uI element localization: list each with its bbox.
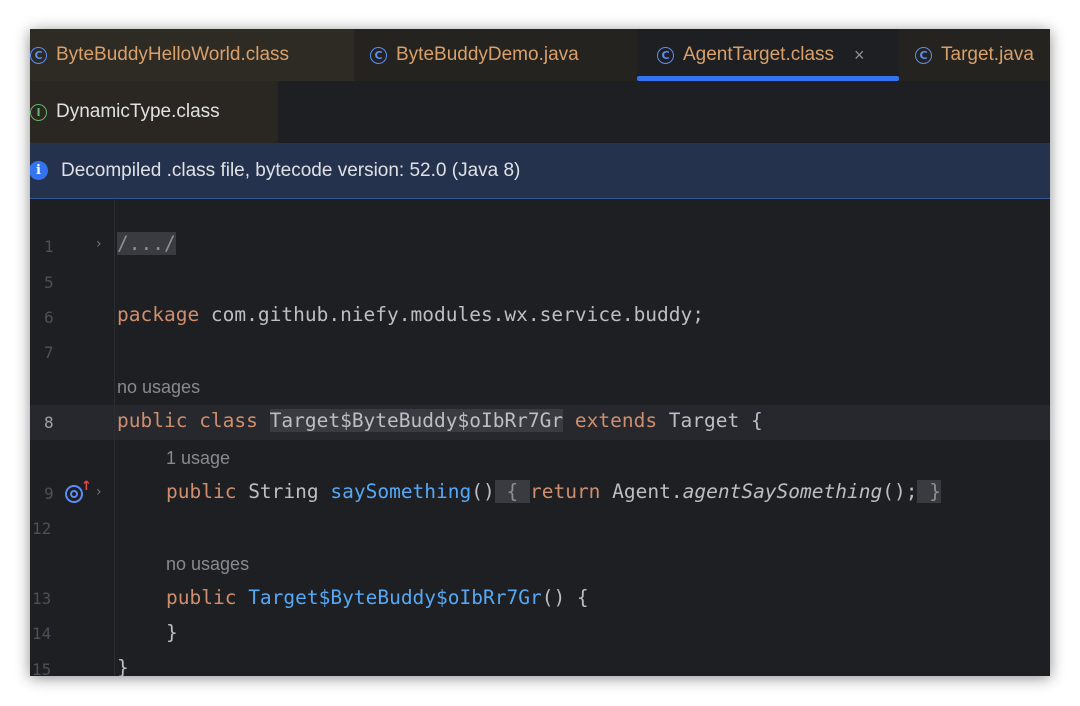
code-editor[interactable]: 1 5 6 7 8 9 12 13 14 15 › ↑ › /.../ pack…	[30, 199, 1050, 676]
class-icon: C	[370, 46, 387, 64]
keyword: return	[529, 480, 601, 503]
class-icon: C	[30, 46, 47, 64]
editor-tab-bar-row2: I DynamicType.class	[30, 81, 1050, 144]
usages-hint[interactable]: 1 usage	[166, 448, 230, 469]
keyword: extends	[563, 409, 658, 432]
code-line-1: /.../	[117, 232, 176, 255]
call-end: ();	[882, 480, 918, 503]
keyword: public	[117, 409, 188, 432]
line-number: 14	[32, 624, 52, 643]
code-line-15: }	[117, 656, 129, 676]
static-call: agentSaySomething	[682, 480, 883, 503]
keyword: package	[117, 303, 200, 326]
class-name: Target$ByteBuddy$oIbRr7Gr	[269, 409, 564, 432]
banner-text: Decompiled .class file, bytecode version…	[61, 159, 521, 181]
keyword: class	[187, 409, 270, 432]
usages-hint[interactable]: no usages	[166, 554, 249, 575]
tab-bytebuddydemo[interactable]: C ByteBuddyDemo.java	[354, 29, 637, 81]
tab-label: ByteBuddyHelloWorld.class	[56, 44, 290, 65]
keyword: public	[166, 480, 237, 503]
keyword: public	[166, 586, 237, 609]
line-number: 8	[44, 413, 54, 432]
tab-label: DynamicType.class	[56, 101, 220, 122]
line-number: 6	[44, 308, 54, 327]
line-number: 5	[44, 273, 54, 292]
fold-chevron-icon[interactable]: ›	[96, 236, 102, 252]
decompiled-banner: i Decompiled .class file, bytecode versi…	[30, 143, 1050, 199]
line-number: 7	[44, 343, 54, 362]
ide-window: C ByteBuddyHelloWorld.class C ByteBuddyD…	[30, 29, 1050, 676]
interface-icon: I	[30, 103, 47, 121]
line-number: 1	[44, 237, 54, 256]
tab-label: Target.java	[941, 44, 1034, 65]
code-line-14: }	[166, 621, 178, 644]
line-number: 13	[32, 589, 52, 608]
folded-brace[interactable]: }	[917, 480, 941, 503]
package-name: com.github.niefy.modules.wx.service.budd…	[199, 303, 705, 326]
return-type: String	[236, 480, 331, 503]
usages-hint[interactable]: no usages	[117, 377, 200, 398]
code-line-9: public String saySomething() { return Ag…	[166, 480, 941, 503]
class-icon: C	[915, 46, 932, 64]
tab-label: AgentTarget.class	[683, 44, 835, 65]
editor-tab-bar: C ByteBuddyHelloWorld.class C ByteBuddyD…	[30, 29, 1050, 81]
ctor-rest: () {	[541, 586, 589, 609]
info-icon: i	[30, 161, 48, 180]
override-arrow-icon: ↑	[81, 479, 92, 494]
folded-brace[interactable]: {	[494, 480, 530, 503]
gutter-divider	[114, 199, 115, 676]
class-icon: C	[657, 46, 674, 64]
folded-imports[interactable]: /.../	[117, 232, 176, 255]
agent-ref: Agent.	[600, 480, 683, 503]
close-icon[interactable]: ×	[854, 45, 865, 66]
code-line-13: public Target$ByteBuddy$oIbRr7Gr() {	[166, 586, 589, 609]
fold-chevron-icon[interactable]: ›	[96, 484, 102, 500]
tab-dynamictype[interactable]: I DynamicType.class	[30, 81, 278, 143]
tab-label: ByteBuddyDemo.java	[396, 44, 579, 65]
line-number: 12	[32, 519, 52, 538]
code-line-6: package com.github.niefy.modules.wx.serv…	[117, 303, 704, 326]
line-number: 15	[32, 660, 52, 676]
tab-bytebuddyhelloworld[interactable]: C ByteBuddyHelloWorld.class	[30, 29, 354, 81]
method-name: saySomething	[330, 480, 472, 503]
tab-agenttarget[interactable]: C AgentTarget.class ×	[637, 29, 899, 81]
constructor-name: Target$ByteBuddy$oIbRr7Gr	[236, 586, 542, 609]
tab-target[interactable]: C Target.java	[899, 29, 1050, 81]
superclass: Target {	[657, 409, 763, 432]
code-line-8: public class Target$ByteBuddy$oIbRr7Gr e…	[117, 409, 763, 432]
parens: ()	[471, 480, 495, 503]
